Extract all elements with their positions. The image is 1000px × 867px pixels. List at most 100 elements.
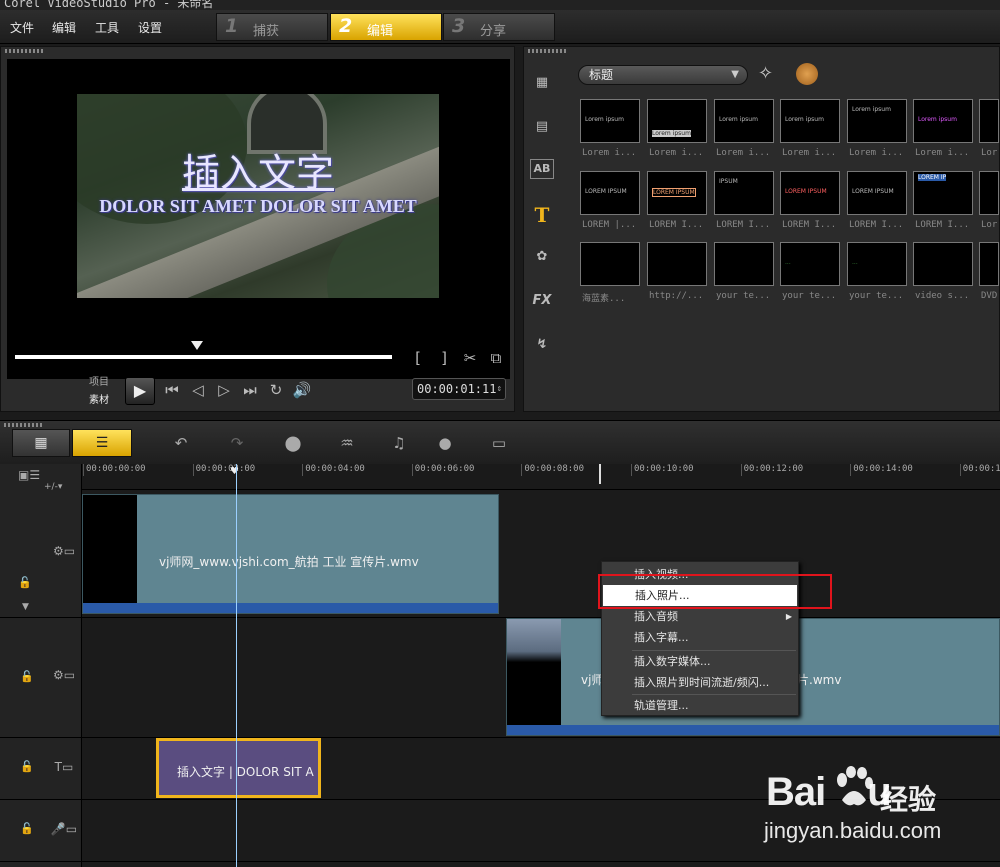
title-thumb[interactable] (714, 242, 774, 286)
ruler-tick-label: 00:00:02:00 (192, 464, 255, 476)
title-thumb[interactable]: Lorem ipsum (714, 99, 774, 143)
timeline-ruler[interactable]: 00:00:00:00 00:00:02:00 00:00:04:00 00:00:0… (82, 464, 1000, 490)
undo-icon[interactable]: ↶ (168, 431, 194, 455)
mark-out-icon[interactable]: ] (433, 347, 455, 369)
options-icon[interactable] (796, 63, 818, 85)
menu-edit[interactable]: 编辑 (52, 19, 76, 36)
redo-icon[interactable]: ↷ (224, 431, 250, 455)
tab-edit[interactable]: 2 编辑 (330, 13, 442, 41)
path-icon[interactable]: ↯ (528, 331, 556, 359)
scissors-icon[interactable]: ✂ (459, 347, 481, 369)
volume-icon[interactable]: 🔊 (291, 379, 313, 401)
chevron-down-icon[interactable]: ▼ (22, 602, 29, 612)
clip-audio-bar (507, 725, 999, 735)
lock-icon[interactable]: 🔓 (20, 760, 34, 773)
storyboard-view-button[interactable]: ▦ (12, 429, 70, 457)
menu-settings[interactable]: 设置 (138, 19, 162, 36)
ruler-tick-label: 00:00:12:00 (740, 464, 803, 476)
transition-icon[interactable]: ▤ (528, 113, 556, 141)
timecode-value: 00:00:01:11 (417, 382, 497, 396)
title-thumb[interactable]: LOREM IPSUM (780, 171, 840, 215)
mode-clip-label[interactable]: 素材 (89, 391, 109, 406)
next-frame-icon[interactable]: ▷ (213, 379, 235, 401)
playhead-line[interactable] (236, 464, 237, 867)
timecode-field[interactable]: 00:00:01:11 ⇕ (412, 378, 506, 400)
title-icon[interactable]: T (528, 201, 556, 229)
motion-tracking-icon[interactable]: ● (432, 431, 458, 455)
overlay-subtitle-text[interactable]: DOLOR SIT AMET DOLOR SIT AMET (77, 196, 439, 217)
thumb-label: DVD (981, 291, 998, 301)
panel-grip[interactable] (4, 423, 44, 427)
timecode-stepper-icon[interactable]: ⇕ (497, 379, 502, 399)
menu-track-manager[interactable]: 轨道管理... (602, 695, 798, 716)
voice-track-icon: 🎤▭ (50, 822, 78, 836)
timeline-view-button[interactable]: ☰ (72, 429, 132, 457)
menu-insert-photo-timelapse[interactable]: 插入照片到时间流逝/频闪... (602, 672, 798, 693)
end-icon[interactable]: ⏭ (239, 379, 261, 401)
tab-capture[interactable]: 1 捕获 (216, 13, 328, 41)
record-capture-icon[interactable]: ⬤ (280, 431, 306, 455)
panel-grip[interactable] (5, 49, 45, 53)
playhead-marker-icon[interactable]: ♥ (230, 466, 239, 477)
ab-icon[interactable]: AB (530, 159, 554, 179)
baidu-watermark: Bai u 经验 jingyan.baidu.com (760, 760, 1000, 867)
menu-file[interactable]: 文件 (10, 19, 34, 36)
subtitle-editor-icon[interactable]: ▭ (486, 431, 512, 455)
add-title-icon[interactable]: ✧ (758, 63, 773, 84)
mark-in-icon[interactable]: [ (407, 347, 429, 369)
title-thumb[interactable] (580, 242, 640, 286)
title-thumb[interactable]: ... (847, 242, 907, 286)
enlarge-icon[interactable]: ⧉ (485, 347, 507, 369)
title-thumb[interactable]: ... (780, 242, 840, 286)
auto-music-icon[interactable]: ♫ (386, 431, 412, 455)
title-thumb[interactable] (979, 242, 999, 286)
title-thumb[interactable]: Lorem ipsum (913, 99, 973, 143)
trim-marker[interactable] (599, 464, 601, 484)
menu-tools[interactable]: 工具 (95, 19, 119, 36)
category-dropdown[interactable]: 标题 ▼ (578, 65, 748, 85)
title-thumb[interactable]: LOREM IPSUM (847, 171, 907, 215)
title-thumb[interactable] (913, 242, 973, 286)
previous-frame-icon[interactable]: ◁ (187, 379, 209, 401)
home-icon[interactable]: ⏮ (161, 379, 183, 401)
video-clip[interactable]: vj师网_www.vjshi.com_航拍 工业 宣传片.wmv (82, 494, 499, 614)
lock-icon[interactable]: 🔓 (18, 576, 32, 589)
fx-icon[interactable]: FX (528, 287, 556, 315)
menu-insert-audio[interactable]: 插入音频 ▶ (602, 606, 798, 627)
title-clip[interactable]: 插入文字 | DOLOR SIT A (156, 738, 321, 798)
overlay-track: ⚙▭ 🔓 vj师 片.wmv (0, 618, 1000, 738)
thumb-label: Lorem i... (582, 148, 637, 158)
title-thumb[interactable]: IPSUM (714, 171, 774, 215)
scrubber-bar[interactable] (15, 355, 392, 359)
track-manager-icon[interactable]: ▣☰ (18, 468, 40, 482)
clip-thumbnail (83, 495, 137, 605)
tab-share[interactable]: 3 分享 (443, 13, 555, 41)
title-thumb[interactable]: Lorem ipsum (847, 99, 907, 143)
overlay-title-text[interactable]: 插入文字 (77, 142, 439, 197)
mode-project-label[interactable]: 项目 (89, 373, 109, 388)
lock-icon[interactable]: 🔓 (20, 822, 34, 835)
title-thumb[interactable]: Lorem ipsum (580, 99, 640, 143)
menu-insert-subtitle[interactable]: 插入字幕... (602, 627, 798, 648)
thumb-label: your te... (716, 291, 771, 301)
menu-insert-digital-media[interactable]: 插入数字媒体... (602, 651, 798, 672)
title-thumb[interactable] (647, 242, 707, 286)
audio-mixer-icon[interactable]: ♒ (334, 431, 360, 455)
title-thumb[interactable]: LOREM IP (913, 171, 973, 215)
media-icon[interactable]: ▦ (528, 69, 556, 97)
repeat-icon[interactable]: ↻ (265, 379, 287, 401)
play-button[interactable]: ▶ (125, 377, 155, 405)
graphic-icon[interactable]: ✿ (528, 243, 556, 271)
title-thumb[interactable]: Lorem ipsum (780, 99, 840, 143)
title-thumb[interactable]: Lorem ipsum (647, 99, 707, 143)
scrubber-handle[interactable] (191, 341, 203, 350)
title-thumb[interactable] (979, 171, 999, 215)
title-thumb[interactable] (979, 99, 999, 143)
lock-icon[interactable]: 🔓 (20, 670, 34, 683)
title-thumb[interactable]: LOREM IPSUM (647, 171, 707, 215)
title-thumb[interactable]: LOREM IPSUM (580, 171, 640, 215)
timeline-toolbar: ▦ ☰ ↶ ↷ ⬤ ♒ ♫ ● ▭ (0, 420, 1000, 464)
panel-grip[interactable] (528, 49, 568, 53)
ruler-tick-label: 00:00:08:00 (521, 464, 584, 476)
thumb-label: your te... (782, 291, 837, 301)
